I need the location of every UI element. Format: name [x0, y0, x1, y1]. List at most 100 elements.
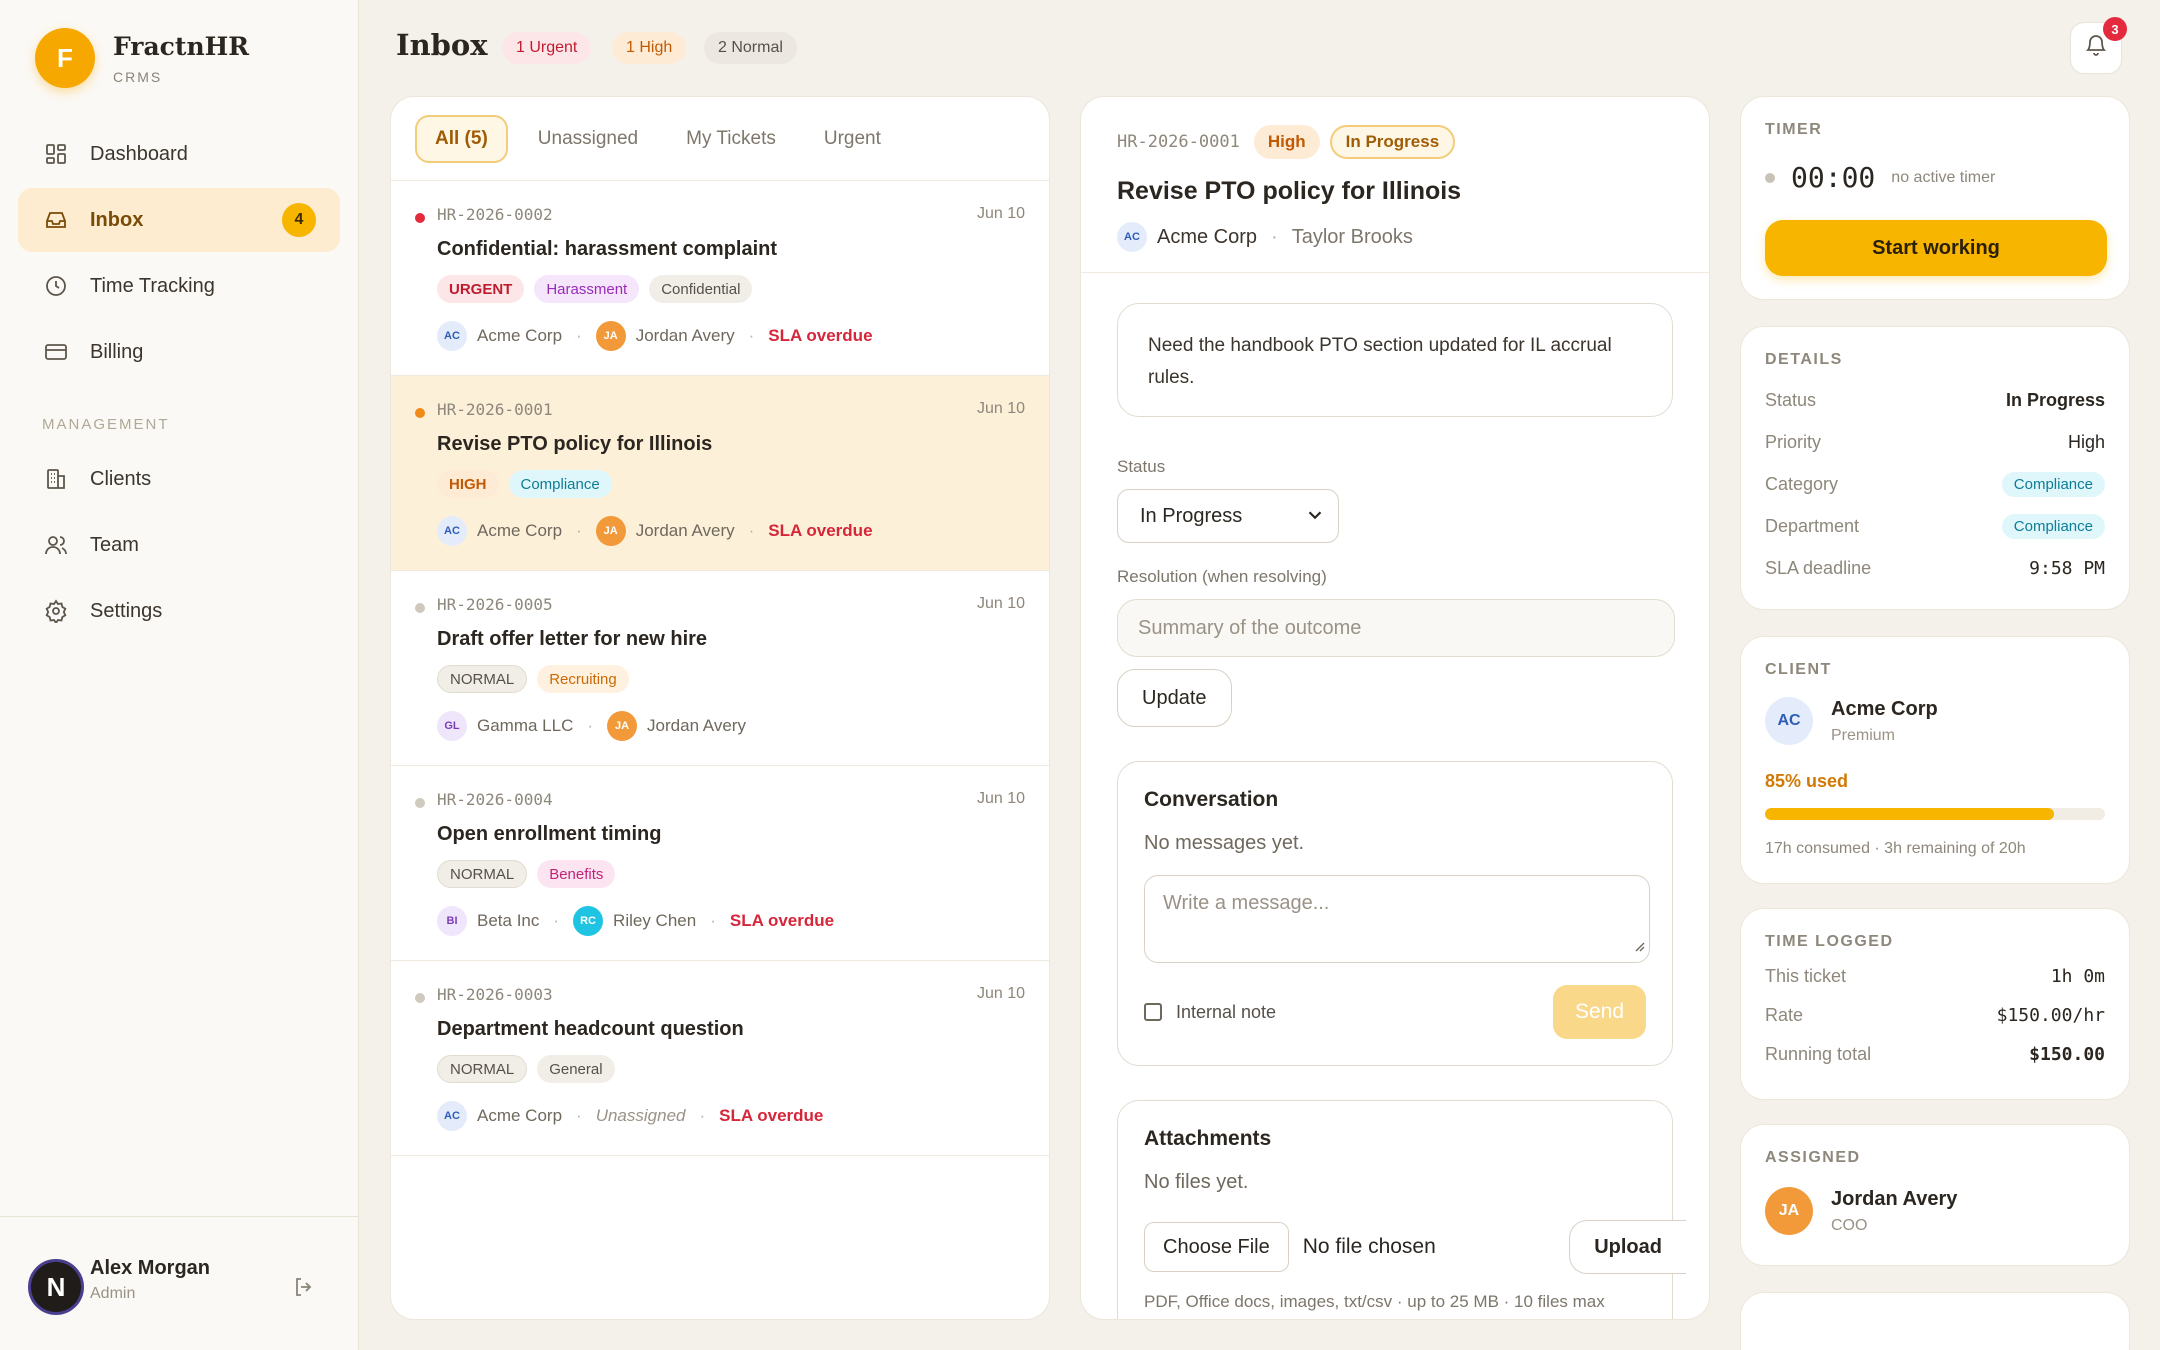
- time-logged-card: TIME LOGGED This ticket 1h 0m Rate $150.00…: [1740, 908, 2130, 1100]
- resize-handle-icon[interactable]: [1633, 935, 1645, 958]
- urgent-count-badge: 1 Urgent: [502, 32, 592, 64]
- timer-title: TIMER: [1765, 121, 1823, 138]
- avatar[interactable]: N: [28, 1259, 84, 1315]
- time-value: $150.00: [2029, 1044, 2105, 1065]
- building-icon: [42, 465, 70, 493]
- category-tag: General: [537, 1055, 615, 1083]
- priority-tag: URGENT: [437, 275, 525, 303]
- status-badge: In Progress: [1329, 125, 1456, 159]
- clock-icon: [42, 272, 70, 300]
- file-status: No file chosen: [1302, 1235, 1436, 1258]
- sla-deadline: 9:58 PM: [2029, 557, 2105, 579]
- table-row[interactable]: HR-2026-0005 Jun 10 Draft offer letter f…: [391, 571, 1049, 766]
- priority-tag: NORMAL: [437, 860, 528, 888]
- client-avatar: GL: [437, 711, 467, 741]
- send-button[interactable]: Send: [1552, 985, 1646, 1039]
- time-value: 1h 0m: [2050, 966, 2105, 987]
- sidebar-item-label: Time Tracking: [90, 274, 215, 297]
- start-working-button[interactable]: Start working: [1765, 220, 2107, 276]
- time-key: This ticket: [1765, 966, 1847, 986]
- ticket-id: HR-2026-0002: [437, 205, 553, 224]
- department-badge: Compliance: [2001, 513, 2105, 539]
- chevron-down-icon: [1304, 504, 1326, 532]
- time-key: Rate: [1765, 1005, 1804, 1025]
- usage-bar-fill: [1765, 808, 2054, 820]
- sla-status: SLA overdue: [719, 1106, 824, 1125]
- tab-all[interactable]: All (5): [415, 114, 508, 163]
- tab-urgent[interactable]: Urgent: [806, 115, 899, 163]
- conversation-empty: No messages yet.: [1144, 832, 1305, 854]
- ticket-date: Jun 10: [976, 400, 1025, 417]
- grid-icon: [42, 140, 70, 168]
- assignee-name: Jordan Avery: [635, 521, 735, 540]
- ticket-id: HR-2026-0005: [437, 595, 553, 614]
- timer-card: TIMER 00:00 no active timer Start workin…: [1740, 96, 2130, 300]
- tab-my-tickets[interactable]: My Tickets: [668, 115, 794, 163]
- sidebar-item-clients[interactable]: Clients: [18, 447, 340, 511]
- logout-icon[interactable]: [292, 1275, 316, 1305]
- ticket-description: Need the handbook PTO section updated fo…: [1117, 303, 1673, 417]
- status-select[interactable]: In Progress: [1117, 489, 1339, 543]
- upload-button[interactable]: Upload: [1569, 1220, 1686, 1274]
- users-icon: [42, 531, 70, 559]
- sidebar-item-settings[interactable]: Settings: [18, 579, 340, 643]
- client-avatar: AC: [437, 1101, 467, 1131]
- ticket-id: HR-2026-0001: [437, 400, 553, 419]
- sidebar-item-billing[interactable]: Billing: [18, 320, 340, 384]
- usage-summary: 17h consumed · 3h remaining of 20h: [1765, 840, 2026, 857]
- notifications-button[interactable]: 3: [2070, 17, 2127, 74]
- credit-card-icon: [42, 338, 70, 366]
- choose-file-button[interactable]: Choose File: [1144, 1222, 1289, 1272]
- category-tag: Benefits: [537, 860, 616, 888]
- message-input[interactable]: Write a message...: [1144, 875, 1650, 963]
- timer-note: no active timer: [1891, 168, 1996, 186]
- client-tier: Premium: [1831, 726, 1896, 744]
- assignee-name: Jordan Avery: [635, 326, 735, 345]
- client-name[interactable]: Acme Corp: [1157, 226, 1257, 249]
- detail-value: In Progress: [2005, 389, 2105, 410]
- assignee-avatar: JA: [595, 516, 626, 546]
- ticket-title: Department headcount question: [437, 1018, 744, 1040]
- ticket-date: Jun 10: [976, 205, 1025, 222]
- details-card: DETAILS Status In Progress Priority High C…: [1740, 326, 2130, 610]
- client-name[interactable]: Acme Corp: [1831, 698, 1938, 721]
- assignee-name: Unassigned: [595, 1106, 686, 1125]
- assignee-name[interactable]: Jordan Avery: [1831, 1188, 1957, 1211]
- sidebar-nav: Dashboard Inbox 4 Time Tracking Billing …: [18, 122, 340, 645]
- ticket-date: Jun 10: [976, 985, 1025, 1002]
- priority-dot: [415, 798, 425, 808]
- attachments-card: Attachments No files yet. Choose File No…: [1117, 1100, 1686, 1319]
- resolution-input[interactable]: Summary of the outcome: [1117, 599, 1675, 657]
- table-row[interactable]: HR-2026-0003 Jun 10 Department headcount…: [391, 961, 1049, 1156]
- brand[interactable]: F FractnHR CRMS: [35, 28, 249, 88]
- sidebar-item-team[interactable]: Team: [18, 513, 340, 577]
- internal-note-checkbox[interactable]: [1144, 1003, 1162, 1021]
- notification-count-badge: 3: [2103, 17, 2127, 41]
- timer-value: 00:00: [1791, 161, 1876, 194]
- sidebar-item-dashboard[interactable]: Dashboard: [18, 122, 340, 186]
- attachments-empty: No files yet.: [1144, 1171, 1249, 1193]
- client-avatar: AC: [1765, 697, 1813, 745]
- update-button[interactable]: Update: [1117, 669, 1232, 727]
- tab-unassigned[interactable]: Unassigned: [520, 115, 656, 163]
- ticket-title: Confidential: harassment complaint: [437, 238, 778, 260]
- ticket-date: Jun 10: [976, 595, 1025, 612]
- sidebar-item-inbox[interactable]: Inbox 4: [18, 188, 340, 252]
- brand-sub: CRMS: [113, 68, 163, 85]
- table-row[interactable]: HR-2026-0001 Jun 10 Revise PTO policy fo…: [391, 376, 1049, 571]
- sidebar-item-time-tracking[interactable]: Time Tracking: [18, 254, 340, 318]
- inbox-count-badge: 4: [282, 203, 316, 237]
- ticket-id: HR-2026-0001: [1117, 132, 1240, 152]
- client-name: Beta Inc: [477, 911, 540, 930]
- table-row[interactable]: HR-2026-0002 Jun 10 Confidential: harass…: [391, 181, 1049, 376]
- table-row[interactable]: HR-2026-0004 Jun 10 Open enrollment timi…: [391, 766, 1049, 961]
- assignee-role: COO: [1831, 1216, 1868, 1234]
- client-avatar: AC: [1117, 222, 1147, 252]
- ticket-title: Revise PTO policy for Illinois: [437, 433, 713, 455]
- ticket-title: Revise PTO policy for Illinois: [1117, 177, 1462, 205]
- ticket-detail-panel: HR-2026-0001 High In Progress Revise PTO…: [1080, 96, 1710, 1320]
- client-avatar: BI: [437, 906, 467, 936]
- detail-key: Category: [1765, 473, 1839, 494]
- ticket-title: Open enrollment timing: [437, 823, 662, 845]
- client-title: CLIENT: [1765, 661, 1832, 678]
